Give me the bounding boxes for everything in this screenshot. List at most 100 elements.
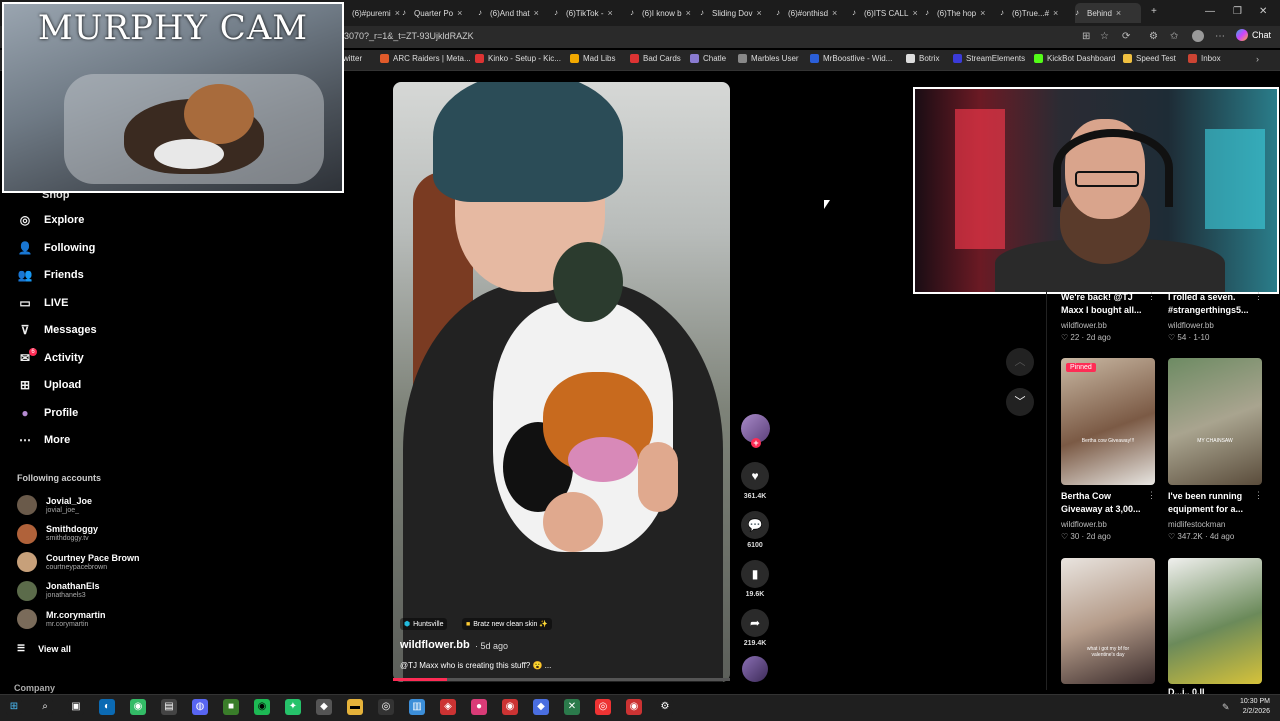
comment-action[interactable]: 💬 6100 [741,511,769,549]
card-author[interactable]: wildflower.bb [1061,520,1107,529]
close-tab-icon[interactable]: × [1053,8,1058,18]
app-icon[interactable]: ◉ [502,699,518,715]
tab-5[interactable]: ♪ (6)I know b × [630,3,702,23]
edge-icon[interactable]: ◐ [99,699,115,715]
sidebar-item-activity[interactable]: ✉ Activity [17,351,84,365]
heart-icon[interactable]: ♥ [741,462,769,490]
discord-icon[interactable]: ◍ [192,699,208,715]
maximize-button[interactable]: ❐ [1233,6,1242,17]
menu-dots-icon[interactable]: ⋯ [1215,31,1225,42]
tab-8[interactable]: ♪ (6)ITS CALL × [852,3,924,23]
minimize-button[interactable]: — [1205,6,1215,17]
bookmark-item[interactable]: witter [343,54,362,63]
card-author[interactable]: wildflower.bb [1168,321,1214,330]
sidebar-item-more[interactable]: ⋯ More [17,433,70,447]
sidebar-item-profile[interactable]: ● Profile [17,406,78,420]
app-icon[interactable]: ◆ [533,699,549,715]
music-disc-icon[interactable] [742,656,768,682]
bookmark-item[interactable]: Inbox [1188,54,1221,63]
tab-10[interactable]: ♪ (6)True...# × [1000,3,1072,23]
sidebar-item-explore[interactable]: ◎ Explore [17,213,85,227]
tab-4[interactable]: ♪ (6)TikTok - × [554,3,626,23]
pen-icon[interactable]: ✎ [1222,702,1230,713]
more-dots-icon[interactable]: ⋮ [1147,291,1156,302]
app-icon[interactable]: ✕ [564,699,580,715]
company-link[interactable]: Company [14,683,55,693]
tab-11[interactable]: ♪ Behind × [1075,3,1141,23]
url-field[interactable]: 3070?_r=1&_t=ZT-93UjkldRAZK [344,31,474,41]
profile-avatar[interactable] [1192,30,1204,42]
app-icon[interactable]: ◈ [440,699,456,715]
close-tab-icon[interactable]: × [912,8,917,18]
search-icon[interactable]: ⌕ [37,699,53,715]
share-icon[interactable]: ➦ [741,609,769,637]
chrome-icon[interactable]: ◉ [130,699,146,715]
chevron-right-icon[interactable]: › [1256,54,1259,64]
video-caption[interactable]: @TJ Maxx who is creating this stuff? 😮 .… [400,661,551,670]
card-title[interactable]: I've been running equipment for a... [1168,490,1256,516]
tab-3[interactable]: ♪ (6)And that × [478,3,550,23]
system-clock[interactable]: 10:30 PM 2/2/2026 [1240,697,1270,717]
chevron-down-icon[interactable]: ﹀ [1006,388,1034,416]
task-view-icon[interactable]: ▣ [68,699,84,715]
more-dots-icon[interactable]: ⋮ [1254,490,1263,501]
minecraft-icon[interactable]: ■ [223,699,239,715]
following-account[interactable]: Courtney Pace Brown courtneypacebrown [17,552,140,573]
close-tab-icon[interactable]: × [1116,8,1121,18]
app-icon[interactable]: ▤ [161,699,177,715]
more-dots-icon[interactable]: ⋮ [1254,291,1263,302]
bookmark-item[interactable]: Marbles User [738,54,799,63]
new-tab-button[interactable]: + [1151,6,1157,17]
extension-icon[interactable]: ⚙ [1149,31,1158,42]
refresh-icon[interactable]: ⟳ [1122,31,1130,42]
tab-2[interactable]: ♪ Quarter Po × [402,3,474,23]
bookmark-item[interactable]: Botrix [906,54,939,63]
more-dots-icon[interactable]: ⋮ [1147,490,1156,501]
card-title[interactable]: D...i.. 0.II [1168,686,1256,694]
star-icon[interactable]: ☆ [1100,31,1109,42]
card-author[interactable]: midlifestockman [1168,520,1225,529]
follow-plus-icon[interactable]: + [751,438,761,448]
folder-icon[interactable]: ▬ [347,699,363,715]
close-tab-icon[interactable]: × [832,8,837,18]
video-thumbnail[interactable]: MY CHAINSAW [1168,358,1262,485]
location-tag[interactable]: ⬢ Huntsville [400,618,448,630]
bookmark-item[interactable]: Speed Test [1123,54,1176,63]
sidebar-item-friends[interactable]: 👥 Friends [17,268,84,282]
following-account[interactable]: Smithdoggy smithdoggy.tv [17,523,98,544]
close-tab-icon[interactable]: × [756,8,761,18]
bookmark-item[interactable]: ARC Raiders | Meta... [380,54,471,63]
close-tab-icon[interactable]: × [457,8,462,18]
video-thumbnail[interactable]: Bertha cow Giveaway!!! [1061,358,1155,485]
copilot-chat-button[interactable]: Chat [1236,29,1271,41]
bookmark-item[interactable]: Bad Cards [630,54,681,63]
apps-icon[interactable]: ⊞ [1082,31,1090,42]
close-tab-icon[interactable]: × [534,8,539,18]
card-title[interactable]: We're back! @TJ Maxx I bought all... [1061,291,1149,317]
comment-icon[interactable]: 💬 [741,511,769,539]
obs-icon[interactable]: ◎ [378,699,394,715]
app-icon[interactable]: ● [471,699,487,715]
share-action[interactable]: ➦ 219.4K [741,609,769,647]
spotify-icon[interactable]: ◉ [254,699,270,715]
bookmark-item[interactable]: Mad Libs [570,54,615,63]
notepad-icon[interactable]: ▥ [409,699,425,715]
bookmark-icon[interactable]: ▮ [741,560,769,588]
video-thumbnail[interactable] [1168,558,1262,684]
following-account[interactable]: JonathanEls jonathanels3 [17,580,100,601]
bookmark-item[interactable]: MrBoostlive - Wid... [810,54,892,63]
video-progress-bar[interactable] [393,678,730,681]
settings-icon[interactable]: ⚙ [657,699,673,715]
app-icon[interactable]: ◉ [626,699,642,715]
view-all-link[interactable]: ☰ View all [17,643,71,654]
sidebar-item-upload[interactable]: ⊞ Upload [17,378,81,392]
close-tab-icon[interactable]: × [607,8,612,18]
video-thumbnail[interactable]: what i got my bf for valentine's day [1061,558,1155,684]
sidebar-item-live[interactable]: ▭ LIVE [17,296,68,310]
bookmark-item[interactable]: StreamElements [953,54,1025,63]
windows-icon[interactable]: ⊞ [6,699,22,715]
close-tab-icon[interactable]: × [980,8,985,18]
tab-6[interactable]: ♪ Sliding Dov × [700,3,772,23]
video-player[interactable] [393,82,730,682]
xsplit-icon[interactable]: ✦ [285,699,301,715]
